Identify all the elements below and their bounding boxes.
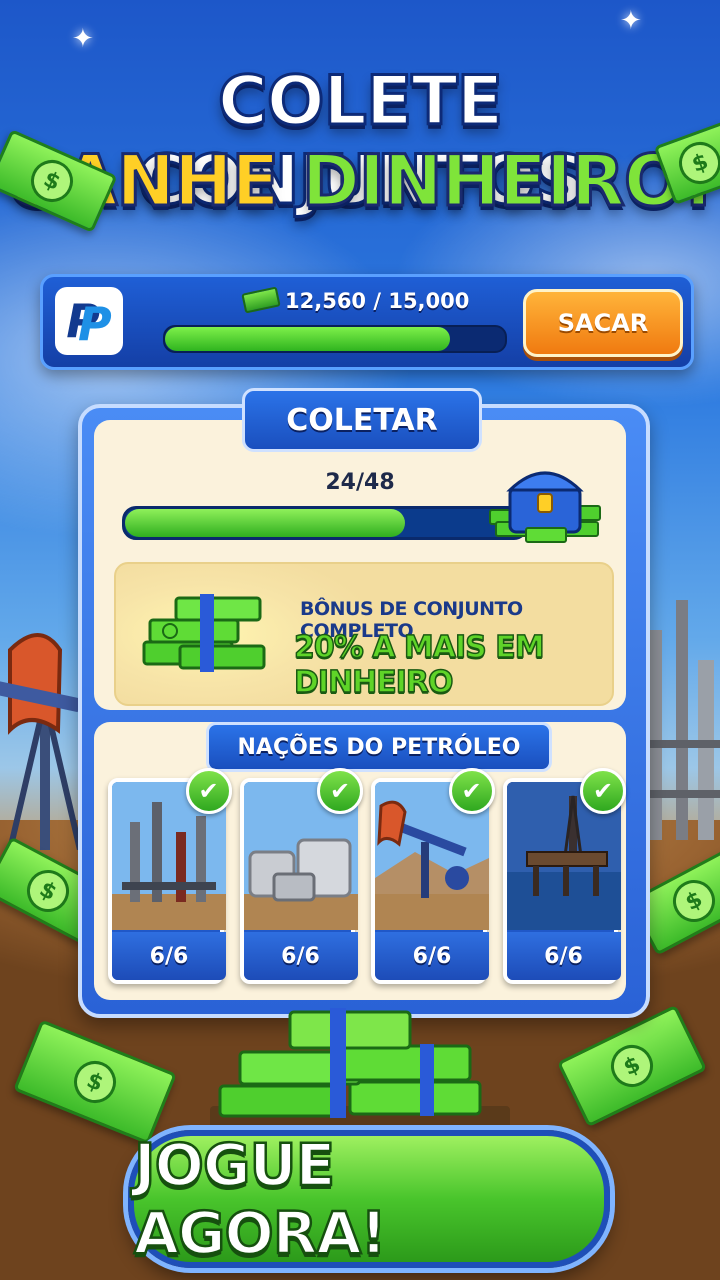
- sparkle-icon: ✦: [620, 6, 642, 36]
- set-card-progress: 6/6: [243, 932, 358, 980]
- cash-stack-icon: [142, 594, 266, 672]
- check-icon: ✔: [185, 768, 232, 814]
- headline-dinheiro: DINHEIRO!: [300, 139, 716, 224]
- set-card-progress: 6/6: [506, 932, 621, 980]
- payout-bar: PP 12,560 / 15,000 SACAR: [40, 274, 694, 370]
- set-card-pumpjack[interactable]: 6/6 ✔: [371, 768, 495, 984]
- collect-progress-fill: [125, 509, 405, 537]
- set-card-progress: 6/6: [112, 932, 226, 980]
- set-card-refinery[interactable]: 6/6 ✔: [108, 768, 232, 984]
- cash-icon: [241, 286, 281, 314]
- play-now-button[interactable]: JOGUE AGORA!: [128, 1130, 610, 1268]
- set-card-progress: 6/6: [375, 932, 489, 980]
- payout-progress-text: 12,560 / 15,000: [285, 289, 470, 313]
- set-card: NAÇÕES DO PETRÓLEO 6/6 ✔ 6/6 ✔ 6/6 ✔ 6/6…: [94, 722, 626, 1000]
- payout-progress-bar: [163, 325, 507, 353]
- set-card-storage-tanks[interactable]: 6/6 ✔: [239, 768, 363, 984]
- check-icon: ✔: [448, 768, 495, 814]
- check-icon: ✔: [580, 768, 626, 814]
- payout-progress-fill: [165, 327, 450, 351]
- play-now-label: JOGUE AGORA!: [133, 1130, 388, 1269]
- refinery-background-icon: [640, 600, 720, 840]
- chest-icon[interactable]: [486, 454, 606, 550]
- bonus-value: 20% A MAIS EM DINHEIRO: [293, 629, 545, 701]
- set-bonus-box: BÔNUS DE CONJUNTO COMPLETO 20% A MAIS EM…: [114, 562, 614, 706]
- withdraw-button[interactable]: SACAR: [523, 289, 683, 357]
- set-card-offshore-platform[interactable]: 6/6 ✔: [502, 768, 626, 984]
- paypal-icon: PP: [55, 287, 123, 355]
- collect-progress-bar: [122, 506, 528, 540]
- collection-panel: 24/48 BÔNUS DE CONJUNTO COMPLETO 20% A M…: [78, 404, 650, 1018]
- sparkle-icon: ✦: [72, 24, 94, 54]
- set-cards-row: 6/6 ✔ 6/6 ✔ 6/6 ✔ 6/6 ✔: [108, 768, 626, 984]
- pumpjack-background-icon: [0, 633, 83, 850]
- collect-card: 24/48 BÔNUS DE CONJUNTO COMPLETO 20% A M…: [94, 420, 626, 710]
- set-title: NAÇÕES DO PETRÓLEO: [206, 722, 552, 772]
- check-icon: ✔: [317, 768, 363, 814]
- collect-header: COLETAR: [242, 388, 482, 452]
- payout-progress-label: 12,560 / 15,000: [241, 286, 470, 314]
